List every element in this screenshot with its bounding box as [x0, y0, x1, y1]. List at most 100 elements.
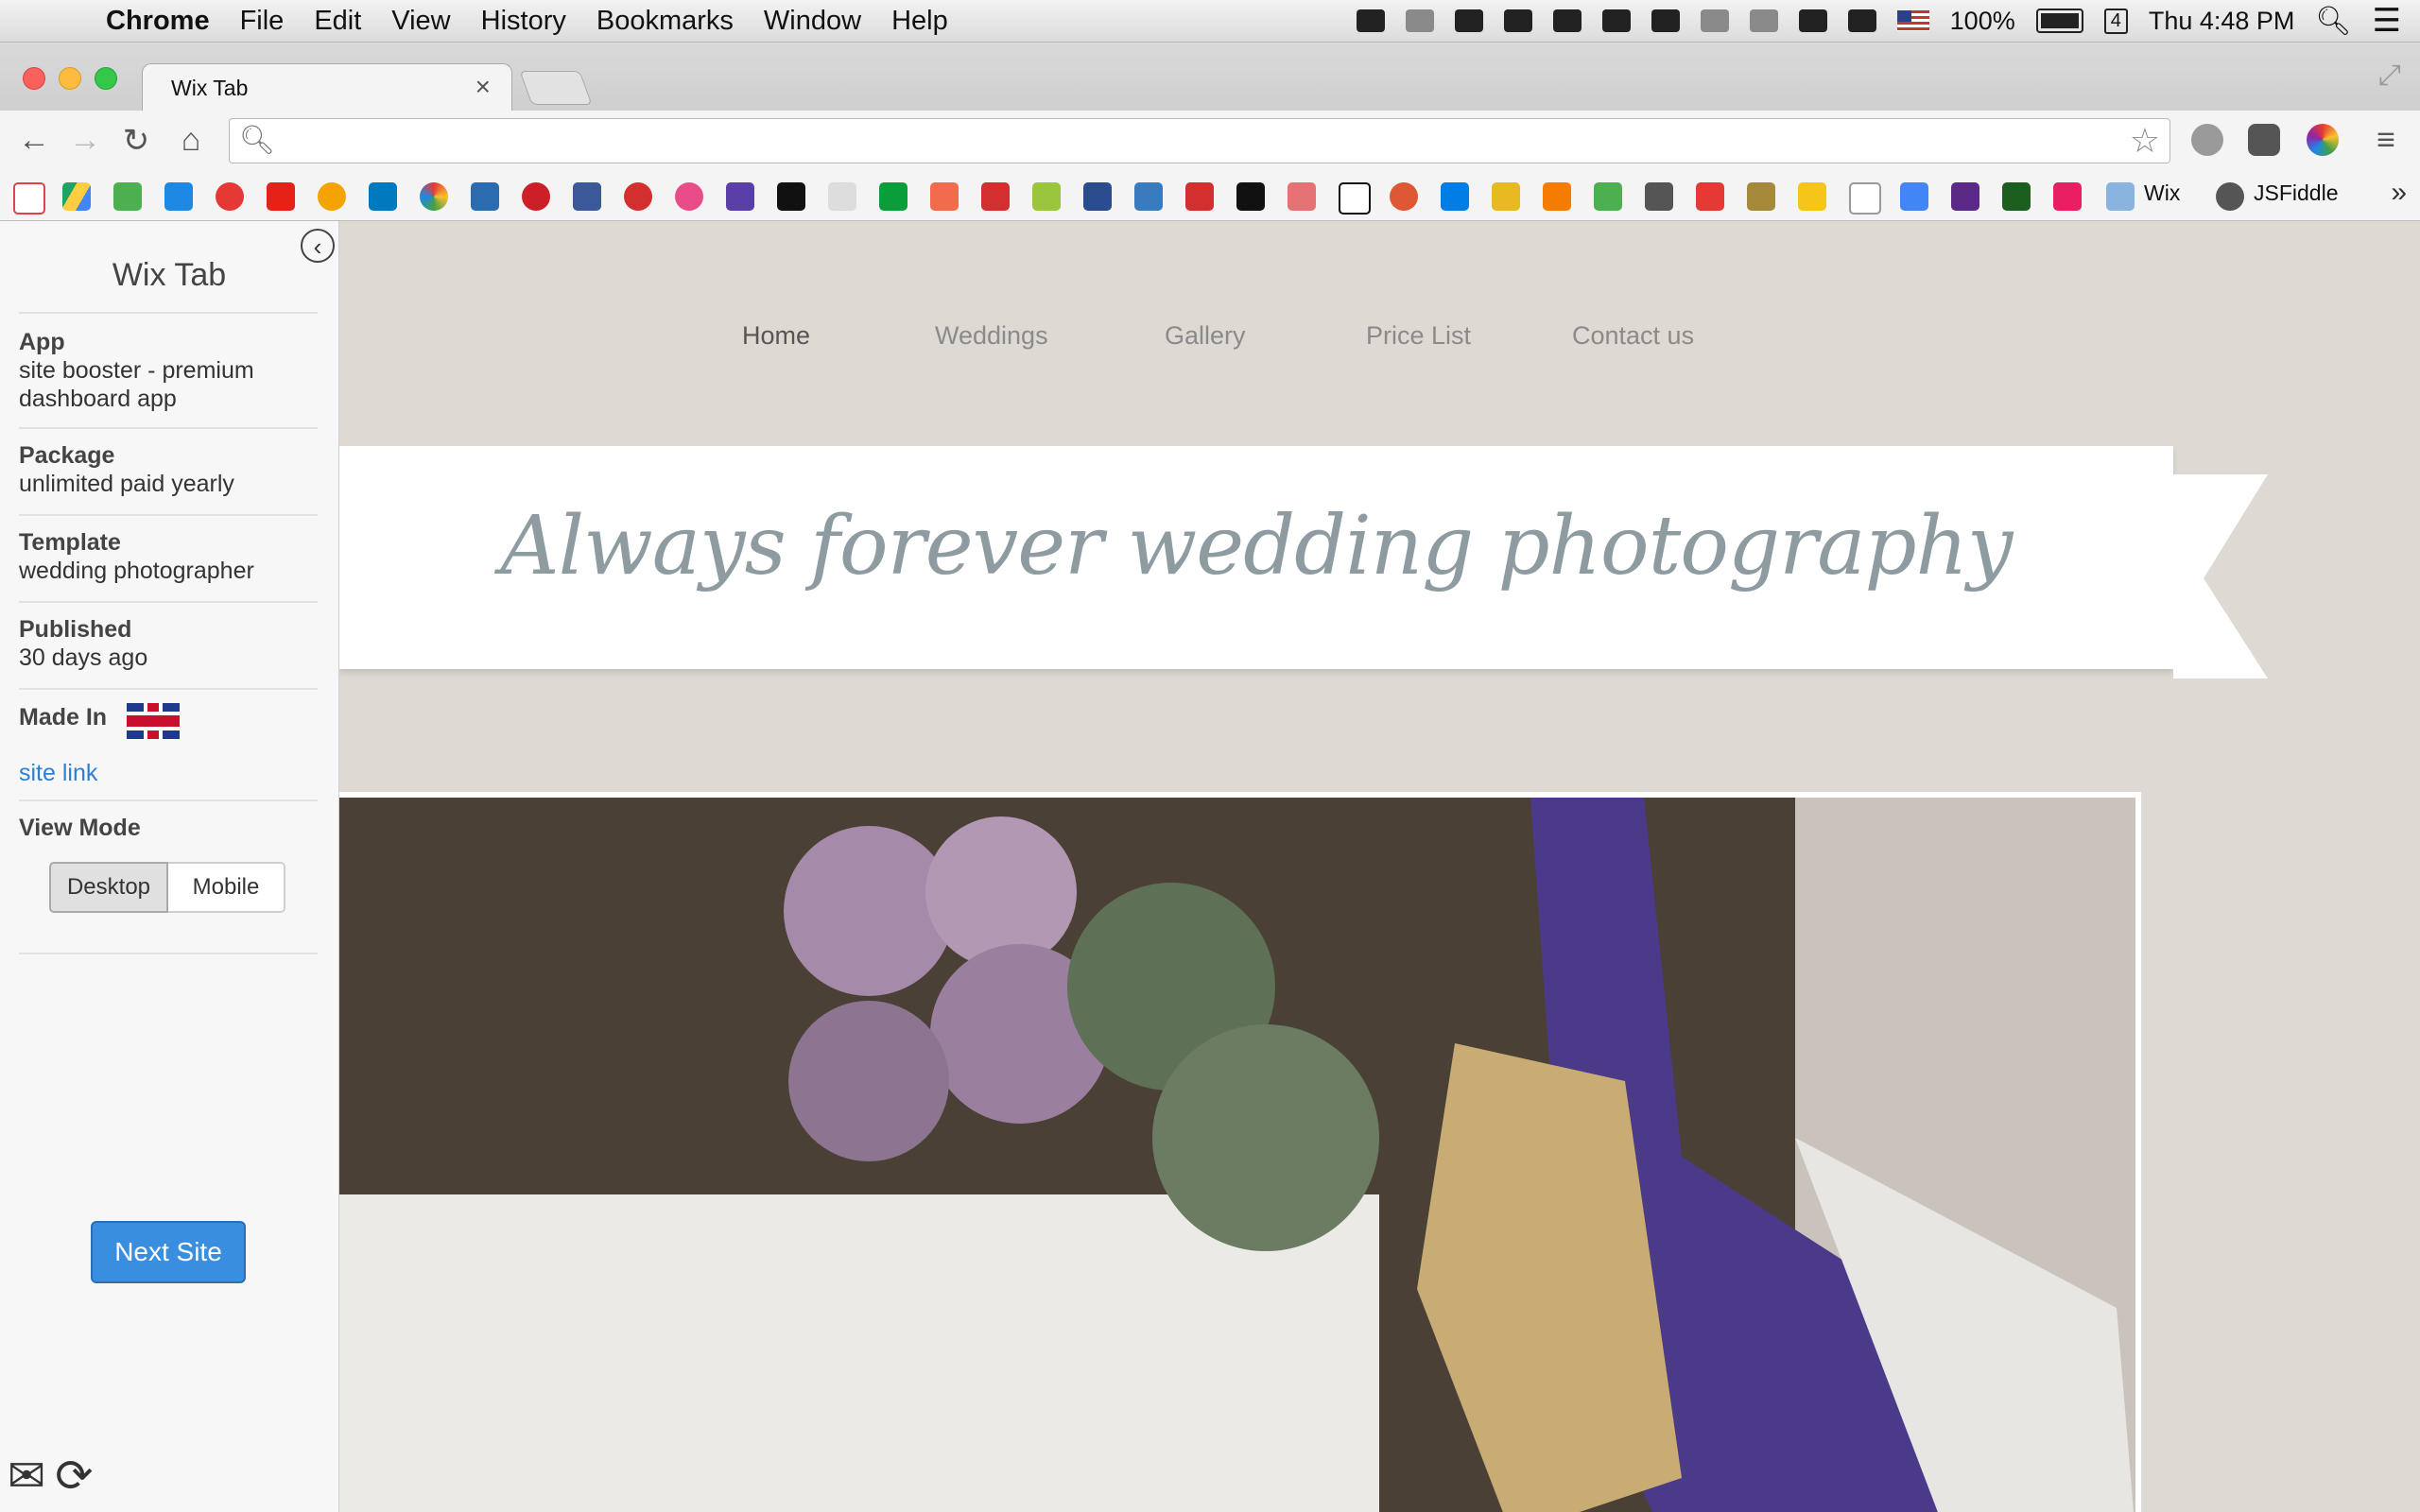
yelp-bookmark-icon[interactable] [216, 182, 244, 211]
menu-help[interactable]: Help [891, 6, 948, 37]
d-app-bookmark-icon[interactable] [981, 182, 1010, 211]
bowler-hat-icon[interactable] [1651, 9, 1680, 32]
view-mode-desktop-button[interactable]: Desktop [49, 862, 168, 913]
dribbble-bookmark-icon[interactable] [675, 182, 703, 211]
m-app-bookmark-icon[interactable] [318, 182, 346, 211]
site-nav-price-list[interactable]: Price List [1366, 321, 1471, 351]
wikipedia-bookmark-icon[interactable] [1849, 182, 1881, 215]
tools-icon[interactable] [1601, 9, 1631, 32]
code-bookmark-icon[interactable] [1543, 182, 1571, 211]
menu-window[interactable]: Window [764, 6, 861, 37]
home-icon[interactable]: ⌂ [172, 122, 210, 159]
menu-history[interactable]: History [481, 6, 566, 37]
grid-app-bookmark-icon[interactable] [1032, 182, 1061, 211]
tab-wix-tab[interactable]: Wix Tab × [142, 63, 512, 112]
imdb-bookmark-icon[interactable] [1798, 182, 1826, 211]
dropbox-bookmark-icon[interactable] [1441, 182, 1469, 211]
bookmark-jsfiddle[interactable]: JSFiddle [2254, 180, 2338, 206]
input-source-flag-icon[interactable] [1896, 10, 1929, 31]
next-site-button[interactable]: Next Site [91, 1221, 246, 1283]
menu-app-chrome[interactable]: Chrome [106, 6, 210, 37]
p-app-bookmark-icon[interactable] [1134, 182, 1163, 211]
stream-bookmark-icon[interactable] [1083, 182, 1112, 211]
fullscreen-icon[interactable]: ⤢ [2378, 60, 2401, 92]
airmail-icon[interactable] [1356, 9, 1385, 32]
adblock-hand-icon[interactable] [2191, 124, 2223, 156]
g-app-bookmark-icon[interactable] [471, 182, 499, 211]
pinterest-bookmark-icon[interactable] [522, 182, 550, 211]
trello-bookmark-icon[interactable] [369, 182, 397, 211]
chrome-tab-strip: Wix Tab × ⤢ [0, 43, 2420, 112]
site-nav-gallery[interactable]: Gallery [1165, 321, 1246, 351]
forward-icon[interactable]: → [66, 122, 104, 159]
facebook-bookmark-icon[interactable] [573, 182, 601, 211]
notification-center-icon[interactable]: ☰ [2373, 2, 2401, 40]
translate-bookmark-icon[interactable] [1900, 182, 1928, 211]
menu-bookmarks[interactable]: Bookmarks [596, 6, 734, 37]
window-zoom-button[interactable] [95, 67, 117, 90]
package-label: Package [19, 442, 115, 469]
bluetooth-icon[interactable] [1749, 9, 1778, 32]
window-minimize-button[interactable] [59, 67, 81, 90]
creative-cloud-icon[interactable] [1454, 9, 1483, 32]
d-purple-bookmark-icon[interactable] [1951, 182, 1979, 211]
medium-bookmark-icon[interactable] [1236, 182, 1265, 211]
gmail-bookmark-icon[interactable] [13, 182, 45, 215]
reload-icon[interactable]: ↻ [117, 122, 155, 160]
psfk-bookmark-icon[interactable] [726, 182, 754, 211]
w-app-bookmark-icon[interactable] [777, 182, 805, 211]
cloud-drive-icon[interactable] [1700, 9, 1729, 32]
youtube-bookmark-icon[interactable] [267, 182, 295, 211]
site-nav-home[interactable]: Home [742, 321, 810, 351]
site-link[interactable]: site link [19, 760, 97, 786]
mail-app-bookmark-icon[interactable] [1288, 182, 1316, 211]
red-app-bookmark-icon[interactable] [624, 182, 652, 211]
a-app-bookmark-icon[interactable] [930, 182, 959, 211]
database-bookmark-icon[interactable] [1492, 182, 1520, 211]
n-app-bookmark-icon[interactable] [164, 182, 193, 211]
go-app-bookmark-icon[interactable] [2053, 182, 2082, 211]
fuse-bookmark-icon[interactable] [828, 182, 856, 211]
refresh-icon[interactable]: ⟳ [55, 1452, 93, 1502]
photos-bookmark-icon[interactable] [420, 182, 448, 211]
pocket-icon[interactable] [2248, 124, 2280, 156]
dropbox-icon[interactable] [1503, 9, 1532, 32]
nytimes-bookmark-icon[interactable] [1339, 182, 1371, 215]
wifi-icon[interactable] [1798, 9, 1827, 32]
menu-view[interactable]: View [391, 6, 450, 37]
c-app-bookmark-icon[interactable] [1645, 182, 1673, 211]
back-icon[interactable]: ← [15, 122, 53, 159]
view-mode-mobile-button[interactable]: Mobile [168, 862, 285, 913]
bookmark-star-icon[interactable]: ☆ [2130, 121, 2160, 161]
color-picker-icon[interactable] [2307, 124, 2339, 156]
quora-bookmark-icon[interactable] [1185, 182, 1214, 211]
volume-icon[interactable] [1847, 9, 1876, 32]
address-bar[interactable]: 🔍︎ ☆ [229, 118, 2170, 163]
notification-bell-icon[interactable] [1405, 9, 1434, 32]
calendar-bookmark-icon[interactable] [1594, 182, 1622, 211]
google-drive-bookmark-icon[interactable] [62, 182, 91, 211]
google-maps-bookmark-icon[interactable] [113, 182, 142, 211]
battery-icon[interactable] [2035, 9, 2083, 33]
window-close-button[interactable] [23, 67, 45, 90]
backup-icon[interactable] [1552, 9, 1582, 32]
menu-file[interactable]: File [240, 6, 285, 37]
menubar-clock[interactable]: Thu 4:48 PM [2149, 7, 2295, 36]
new-tab-button[interactable] [519, 71, 593, 105]
shield-bookmark-icon[interactable] [1747, 182, 1775, 211]
mail-icon[interactable]: ✉ [8, 1452, 45, 1502]
chrome-menu-icon[interactable]: ≡ [2367, 122, 2405, 159]
duckduckgo-bookmark-icon[interactable] [1390, 182, 1418, 211]
site-nav-weddings[interactable]: Weddings [935, 321, 1048, 351]
chrome-toolbar: ← → ↻ ⌂ 🔍︎ ☆ ≡ [0, 111, 2420, 173]
t-app-bookmark-icon[interactable] [1696, 182, 1724, 211]
calendar-icon[interactable]: 4 [2103, 8, 2128, 34]
spotlight-search-icon[interactable]: 🔍︎ [2315, 5, 2351, 38]
k-app-bookmark-icon[interactable] [2002, 182, 2031, 211]
bookmarks-overflow-icon[interactable]: » [2391, 177, 2407, 209]
menu-edit[interactable]: Edit [314, 6, 361, 37]
tab-close-icon[interactable]: × [475, 72, 491, 102]
techcrunch-bookmark-icon[interactable] [879, 182, 908, 211]
site-nav-contact-us[interactable]: Contact us [1572, 321, 1694, 351]
bookmark-folder-wix[interactable]: Wix [2144, 180, 2180, 206]
